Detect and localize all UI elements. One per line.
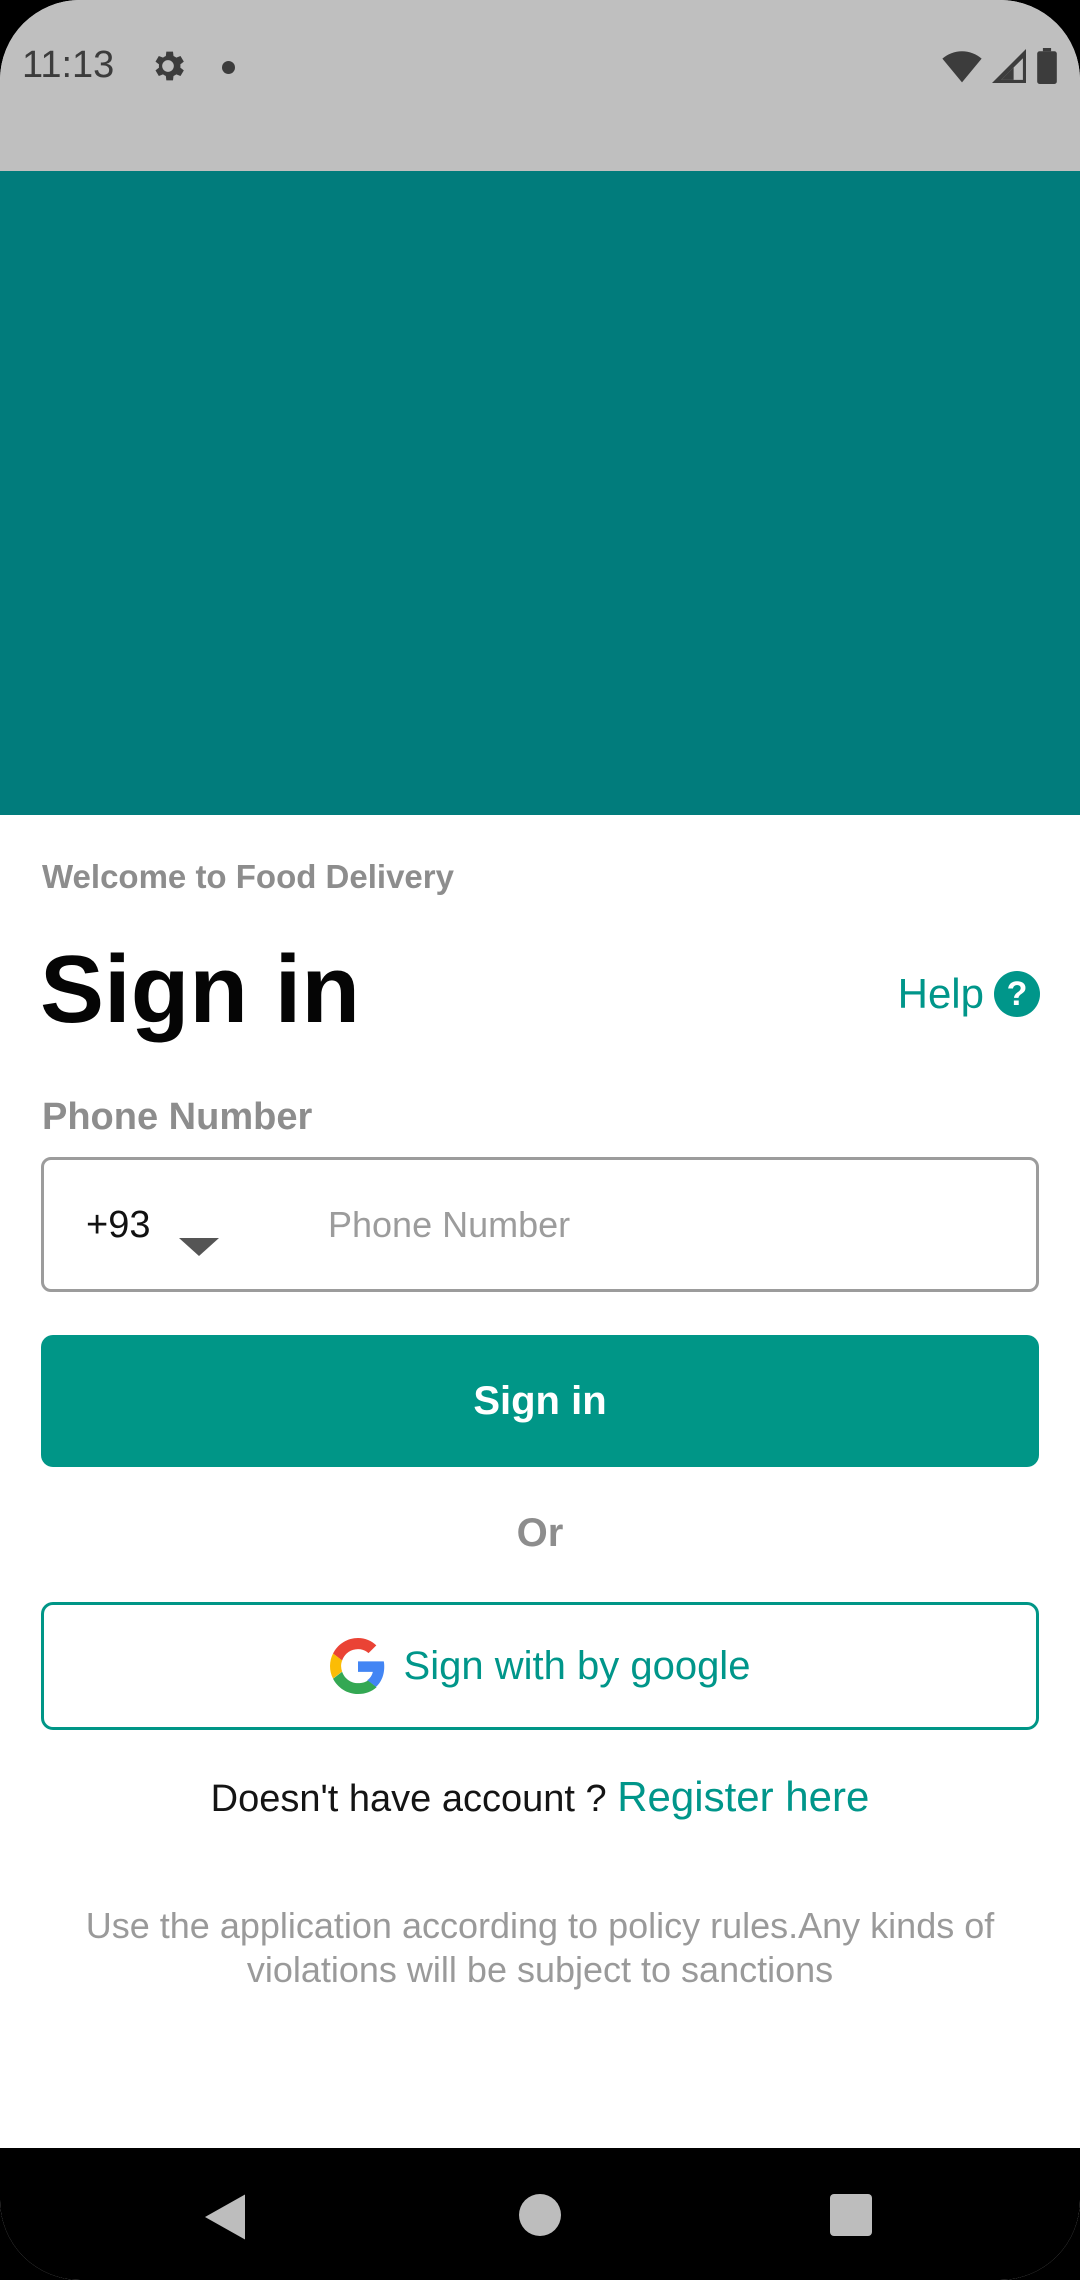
register-prompt: Doesn't have account ?: [210, 1778, 618, 1820]
phone-number-input[interactable]: [328, 1190, 1018, 1260]
register-link[interactable]: Register here: [617, 1773, 869, 1820]
home-icon[interactable]: [519, 2194, 561, 2236]
wifi-icon: [942, 51, 982, 83]
help-link[interactable]: Help ?: [898, 970, 1040, 1018]
google-icon: [329, 1638, 384, 1694]
google-sign-in-button[interactable]: Sign with by google: [41, 1602, 1039, 1730]
google-button-label: Sign with by google: [403, 1643, 751, 1688]
phone-number-label: Phone Number: [42, 1096, 313, 1138]
recents-icon[interactable]: [830, 2194, 872, 2236]
help-label: Help: [897, 970, 984, 1017]
or-divider-text: Or: [516, 1511, 564, 1555]
sign-in-button[interactable]: Sign in: [41, 1335, 1039, 1467]
hero-banner: [0, 171, 1080, 815]
status-time: 11:13: [22, 44, 115, 86]
notification-dot-icon: [222, 61, 235, 74]
battery-icon: [1037, 48, 1057, 84]
page-title: Sign in: [40, 936, 360, 1043]
signal-icon: [992, 49, 1026, 83]
status-bar: 11:13: [0, 0, 1080, 171]
gear-icon: [155, 51, 184, 81]
navigation-bar: [0, 2148, 1080, 2280]
app-screen: 11:13 Welcome to Food Delivery Sign in H…: [0, 0, 1080, 2280]
question-icon: ?: [994, 971, 1040, 1017]
welcome-text: Welcome to Food Delivery: [42, 858, 454, 895]
phone-field-container: +93: [41, 1157, 1039, 1292]
policy-text: Use the application according to policy …: [85, 1905, 995, 1990]
back-icon[interactable]: [200, 2192, 250, 2242]
country-code-selector[interactable]: +93: [86, 1204, 150, 1247]
register-row: Doesn't have account ? Register here: [0, 1773, 1080, 1821]
status-icons: [942, 48, 1058, 84]
chevron-down-icon[interactable]: [179, 1238, 219, 1256]
